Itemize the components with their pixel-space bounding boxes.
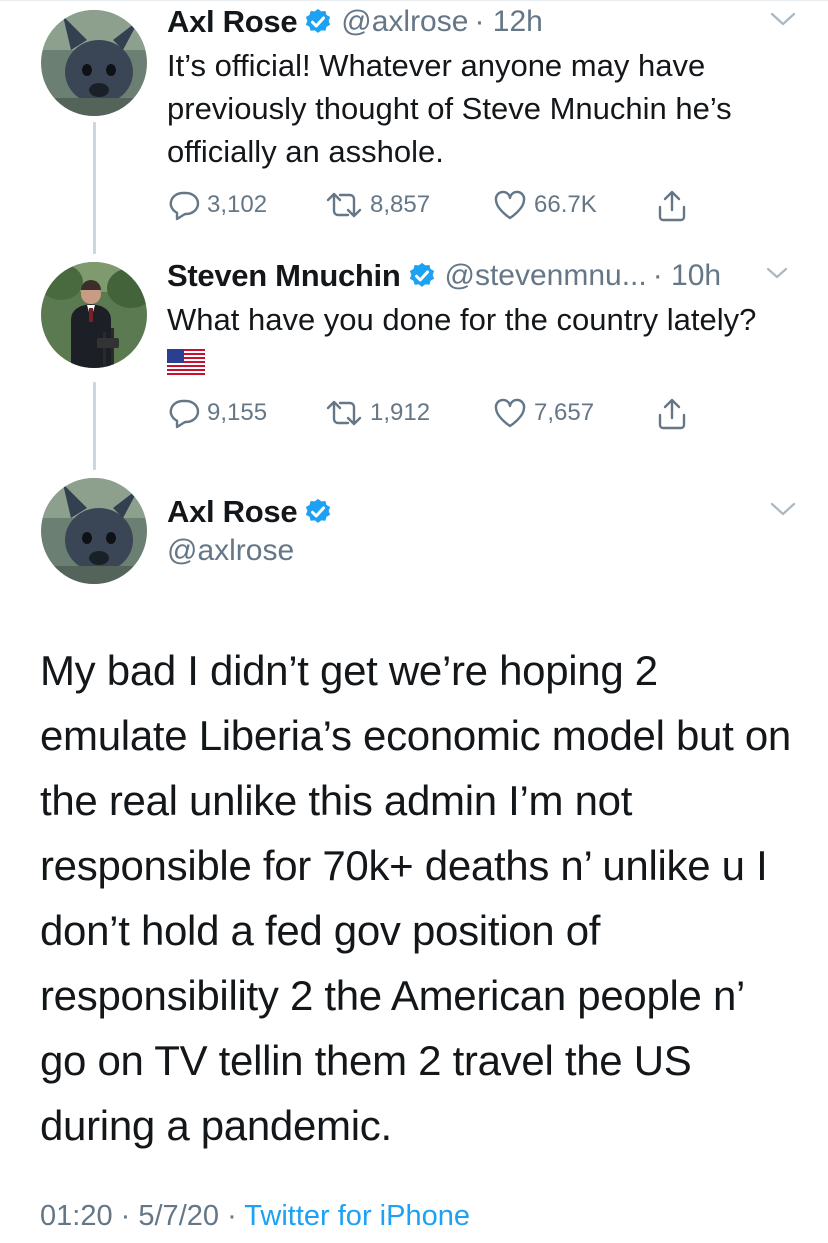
share-button[interactable] <box>655 189 689 223</box>
verified-badge-icon <box>306 8 331 33</box>
like-button[interactable]: 66.7K <box>492 189 597 221</box>
tweet-actions: 3,102 8,857 66.7K <box>167 189 798 229</box>
tweet-header: Axl Rose <box>167 492 798 532</box>
thread-connector <box>93 382 96 470</box>
timestamp[interactable]: · 12h <box>474 5 542 39</box>
avatar[interactable] <box>41 10 147 116</box>
retweet-button[interactable]: 1,912 <box>324 397 430 429</box>
chevron-down-icon[interactable] <box>768 498 798 520</box>
author-name[interactable]: Axl Rose <box>167 4 298 40</box>
tweet-source-link[interactable]: Twitter for iPhone <box>244 1200 470 1232</box>
retweet-count: 8,857 <box>370 191 431 218</box>
tweet-header: Steven Mnuchin @stevenmnu... · 10h <box>167 256 798 296</box>
reply-button[interactable]: 9,155 <box>167 397 267 429</box>
tweet-actions: 9,155 1,912 7,657 <box>167 397 798 437</box>
retweet-count: 1,912 <box>370 399 431 426</box>
meta-separator: · <box>227 1200 237 1232</box>
person-avatar-image <box>41 262 147 368</box>
verified-badge-icon <box>306 498 331 523</box>
tweet-date: 5/7/20 <box>138 1200 220 1232</box>
reply-icon <box>169 191 200 221</box>
tweet-header: Axl Rose @axlrose · 12h <box>167 2 798 42</box>
us-flag-emoji <box>167 349 205 375</box>
like-count: 7,657 <box>534 399 595 426</box>
dog-avatar-image <box>41 478 147 584</box>
reply-count: 3,102 <box>207 191 268 218</box>
tweet-text: What have you done for the country latel… <box>167 302 757 337</box>
tweet-meta: 01:20 · 5/7/20 · Twitter for iPhone <box>40 1200 470 1233</box>
like-icon <box>494 190 526 220</box>
reply-icon <box>169 399 200 429</box>
share-icon <box>658 398 686 430</box>
avatar[interactable] <box>41 478 147 584</box>
author-handle[interactable]: @axlrose <box>167 534 798 568</box>
avatar[interactable] <box>41 262 147 368</box>
chevron-down-icon[interactable] <box>762 262 792 284</box>
author-name[interactable]: Axl Rose <box>167 494 298 530</box>
tweet-text: It’s official! Whatever anyone may have … <box>167 48 732 169</box>
retweet-icon <box>326 192 362 218</box>
tweet[interactable]: Steven Mnuchin @stevenmnu... · 10h What … <box>167 256 798 437</box>
reply-count: 9,155 <box>207 399 268 426</box>
share-button[interactable] <box>655 397 689 431</box>
share-icon <box>658 190 686 222</box>
thread-connector <box>93 122 96 254</box>
retweet-icon <box>326 400 362 426</box>
tweet-time: 01:20 <box>40 1200 113 1232</box>
author-handle[interactable]: @stevenmnu... <box>445 259 647 293</box>
meta-separator: · <box>120 1200 131 1232</box>
main-tweet-header: Axl Rose @axlrose <box>167 492 798 568</box>
tweet[interactable]: Axl Rose @axlrose · 12h It’s official! W… <box>167 2 798 229</box>
timestamp[interactable]: · 10h <box>653 259 721 293</box>
chevron-down-icon[interactable] <box>768 8 798 30</box>
author-handle[interactable]: @axlrose <box>341 5 468 39</box>
reply-button[interactable]: 3,102 <box>167 189 267 221</box>
top-divider <box>0 0 828 1</box>
author-name[interactable]: Steven Mnuchin <box>167 258 401 294</box>
verified-badge-icon <box>409 262 434 287</box>
dog-avatar-image <box>41 10 147 116</box>
main-tweet-text: My bad I didn’t get we’re hoping 2 emula… <box>40 647 791 1149</box>
retweet-button[interactable]: 8,857 <box>324 189 430 221</box>
like-button[interactable]: 7,657 <box>492 397 594 429</box>
like-count: 66.7K <box>534 191 597 218</box>
like-icon <box>494 398 526 428</box>
